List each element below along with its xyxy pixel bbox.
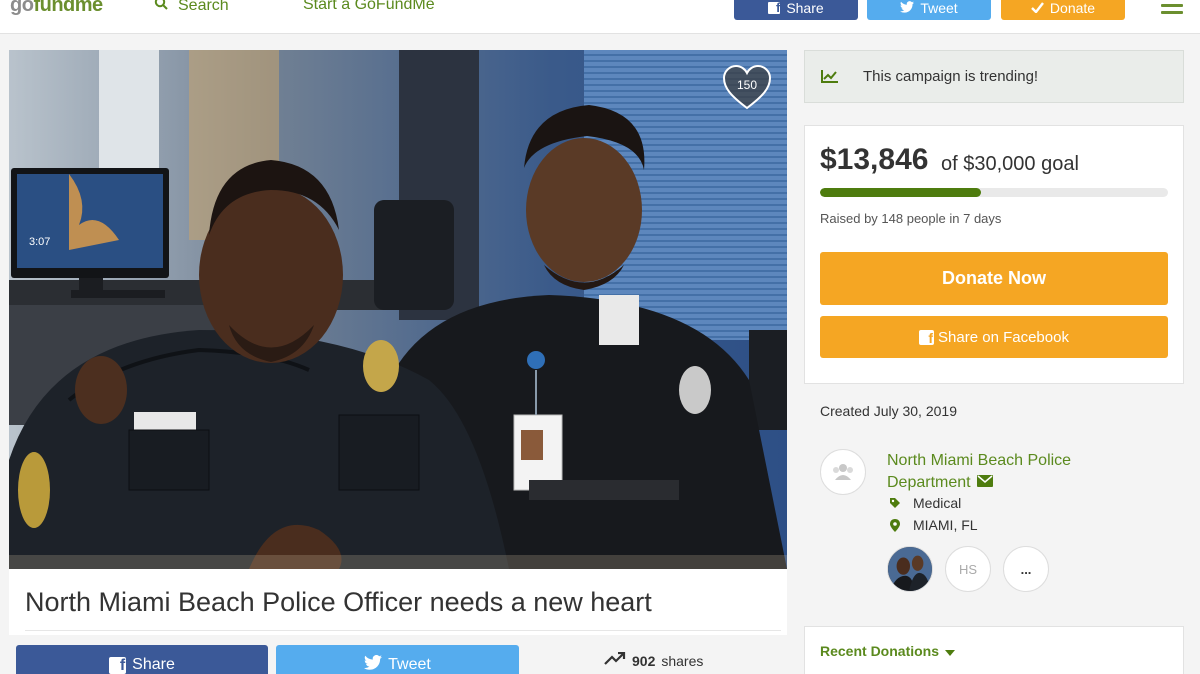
organizer-avatar[interactable] <box>820 449 866 495</box>
facebook-icon: f <box>109 656 127 674</box>
more-team-members-button[interactable]: ... <box>1003 546 1049 592</box>
team-member-avatar-photo[interactable] <box>887 546 933 592</box>
campaign-title: North Miami Beach Police Officer needs a… <box>25 587 652 617</box>
share-on-facebook-label: Share on Facebook <box>938 328 1069 346</box>
header-tweet-label: Tweet <box>920 0 958 16</box>
share-label: Share <box>132 656 175 673</box>
top-navigation-bar: gofundme Search Start a GoFundMe f Share… <box>0 0 1200 34</box>
hero-photo-illustration: 3:07 <box>9 50 787 569</box>
chart-line-icon <box>821 70 838 83</box>
raised-by-text: Raised by 148 people in 7 days <box>820 211 1002 226</box>
location-label: MIAMI, FL <box>913 517 978 533</box>
search-link[interactable]: Search <box>154 0 229 15</box>
share-on-facebook-button[interactable]: f Share on Facebook <box>820 316 1168 358</box>
tag-icon <box>887 497 903 509</box>
goal-text: of $30,000 goal <box>941 153 1079 175</box>
trending-banner: This campaign is trending! <box>804 50 1184 103</box>
facebook-icon: f <box>919 329 935 345</box>
search-icon <box>154 0 168 15</box>
header-share-label: Share <box>786 0 824 16</box>
recent-donations-toggle[interactable]: Recent Donations <box>820 643 956 659</box>
twitter-icon <box>900 0 915 16</box>
location-row: MIAMI, FL <box>887 517 978 533</box>
header-donate-button[interactable]: Donate <box>1001 0 1125 20</box>
facebook-icon: f <box>768 1 781 14</box>
trending-icon <box>604 651 626 669</box>
progress-bar-fill <box>820 188 981 197</box>
map-pin-icon <box>887 518 903 532</box>
campaign-hero-image: 3:07 150 <box>9 50 787 569</box>
checkmark-icon <box>1031 0 1044 16</box>
shares-count: 902 shares <box>604 651 704 669</box>
start-gofundme-link[interactable]: Start a GoFundMe <box>303 0 435 14</box>
trending-text: This campaign is trending! <box>863 68 1039 85</box>
category-label[interactable]: Medical <box>913 495 961 511</box>
hamburger-menu-icon[interactable] <box>1161 0 1183 14</box>
heart-count: 150 <box>736 78 758 92</box>
group-icon <box>833 464 853 480</box>
progress-bar <box>820 188 1168 197</box>
twitter-icon <box>364 655 383 674</box>
tweet-label: Tweet <box>388 656 431 673</box>
campaign-title-box: North Miami Beach Police Officer needs a… <box>9 569 787 635</box>
shares-number: 902 <box>632 652 656 669</box>
shares-label: shares <box>661 652 704 669</box>
organizer-name[interactable]: North Miami Beach Police Department <box>887 450 1117 494</box>
envelope-icon <box>977 472 994 494</box>
amount-raised: $13,846 <box>820 143 929 176</box>
header-share-button[interactable]: f Share <box>734 0 858 20</box>
category-row: Medical <box>887 495 961 511</box>
search-label: Search <box>178 0 229 14</box>
gofundme-logo[interactable]: gofundme <box>10 0 103 17</box>
heart-badge[interactable]: 150 <box>721 64 773 110</box>
created-date: Created July 30, 2019 <box>820 403 957 419</box>
caret-down-icon <box>945 643 956 659</box>
header-tweet-button[interactable]: Tweet <box>867 0 991 20</box>
recent-donations-card: Recent Donations <box>804 626 1184 674</box>
team-photo-thumbnail <box>888 547 932 591</box>
header-donate-label: Donate <box>1049 0 1096 16</box>
team-member-avatar-hs[interactable]: HS <box>945 546 991 592</box>
share-button[interactable]: f Share <box>16 645 268 674</box>
tweet-button[interactable]: Tweet <box>276 645 519 674</box>
donation-progress-card: $13,846 of $30,000 goal Raised by 148 pe… <box>804 125 1184 384</box>
title-divider <box>25 630 781 631</box>
donate-now-button[interactable]: Donate Now <box>820 252 1168 305</box>
svg-text:3:07: 3:07 <box>29 236 50 248</box>
